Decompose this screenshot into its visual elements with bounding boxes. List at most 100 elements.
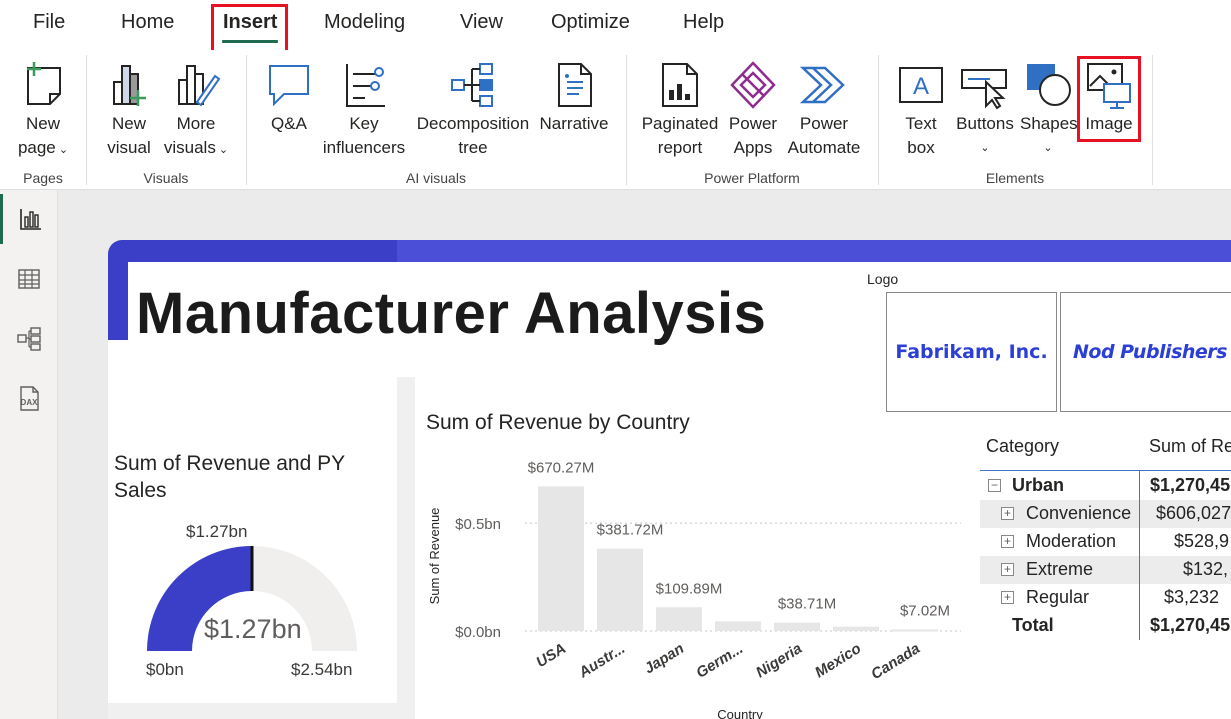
expand-icon[interactable]: + [1001, 563, 1014, 576]
matrix-row-moderation[interactable]: + Moderation $528,9 [980, 528, 1231, 556]
gauge-min-label: $0bn [146, 660, 184, 679]
x-tick-label: Germ... [693, 640, 746, 682]
x-tick-label: Nigeria [753, 640, 805, 681]
new-visual-button[interactable]: New visual [100, 60, 158, 160]
paginated-report-button[interactable]: Paginated report [640, 60, 720, 160]
gauge-target-label: $1.27bn [186, 522, 248, 541]
group-label-ai-visuals: AI visuals [406, 170, 466, 186]
new-page-label-1: New [25, 114, 60, 133]
group-divider [878, 55, 879, 185]
x-axis-title: Country [717, 707, 763, 719]
report-title: Manufacturer Analysis [136, 281, 767, 346]
collapse-icon[interactable]: − [988, 479, 1001, 492]
matrix-total-label: Total [1012, 615, 1054, 635]
power-apps-label-1: Power [728, 114, 778, 133]
decomposition-tree-label-1: Decomposition [416, 114, 530, 133]
matrix-value: $528,9 [1174, 531, 1230, 551]
narrative-label: Narrative [539, 114, 609, 133]
buttons-button[interactable]: Buttons ⌄ [952, 60, 1018, 160]
x-tick-label: USA [533, 640, 569, 671]
qa-icon [269, 65, 309, 107]
table-view-button[interactable] [0, 254, 58, 304]
shapes-button[interactable]: Shapes ⌄ [1020, 60, 1078, 160]
matrix-row-convenience[interactable]: + Convenience $606,027 [980, 500, 1231, 528]
decomposition-tree-label-2: tree [458, 138, 488, 157]
chevron-down-icon: ⌄ [215, 144, 229, 156]
buttons-label: Buttons [956, 114, 1014, 133]
menu-optimize[interactable]: Optimize [551, 11, 630, 34]
expand-icon[interactable]: + [1001, 507, 1014, 520]
narrative-icon [558, 63, 592, 107]
matrix-row-extreme[interactable]: + Extreme $132, [980, 556, 1231, 584]
expand-icon[interactable]: + [1001, 591, 1014, 604]
group-label-pages: Pages [23, 170, 63, 186]
matrix-header-divider [980, 470, 1231, 471]
new-page-button[interactable]: New page ⌄ [12, 60, 74, 162]
group-divider [86, 55, 87, 185]
matrix-total-row: Total $1,270,45 [980, 612, 1231, 640]
more-visuals-button[interactable]: More visuals ⌄ [162, 60, 230, 162]
matrix-value: $606,027 [1156, 503, 1231, 523]
matrix-category: Extreme [1026, 559, 1094, 579]
new-visual-label-1: New [111, 114, 146, 133]
logo-tile-fabrikam[interactable]: Fabrikam, Inc. [886, 292, 1057, 412]
matrix-header-revenue[interactable]: Sum of Re [1149, 436, 1231, 457]
group-label-visuals: Visuals [143, 170, 189, 186]
report-header-band-right [397, 240, 1231, 262]
new-page-icon [27, 62, 61, 105]
dax-query-view-button[interactable]: DAX [0, 374, 58, 424]
data-label: $38.71M [778, 596, 836, 613]
text-box-icon: A [899, 67, 943, 103]
image-button-highlight [1077, 56, 1141, 142]
report-view-icon [19, 209, 41, 230]
power-apps-label-2: Apps [733, 138, 773, 157]
paginated-report-label-2: report [657, 138, 703, 157]
decomposition-tree-icon [451, 63, 493, 107]
text-box-button[interactable]: A Text box [894, 60, 948, 160]
power-apps-icon [730, 61, 776, 109]
x-tick-label: Austr... [575, 640, 628, 682]
data-label: $109.89M [656, 580, 723, 597]
power-apps-button[interactable]: Power Apps [726, 60, 780, 160]
shapes-label: Shapes [1020, 114, 1078, 133]
group-divider [1152, 55, 1153, 185]
group-divider [246, 55, 247, 185]
matrix-total-value: $1,270,45 [1150, 615, 1231, 635]
table-view-icon [18, 269, 40, 289]
qa-button[interactable]: Q&A [262, 60, 316, 136]
text-box-label-2: box [907, 138, 935, 157]
report-view-button[interactable] [0, 194, 58, 244]
bar-chart[interactable]: $0.0bn $0.5bn Sum of Revenue $670.27M USA $38… [415, 440, 975, 719]
key-influencers-button[interactable]: Key influencers [320, 60, 408, 160]
qa-label: Q&A [271, 114, 307, 133]
category-matrix[interactable]: Category Sum of Re − Urban $1,270,45 + C… [980, 430, 1231, 650]
menu-view[interactable]: View [460, 11, 503, 34]
key-influencers-icon [346, 64, 385, 107]
model-view-button[interactable] [0, 314, 58, 364]
matrix-value: $132, [1183, 559, 1229, 579]
view-switcher: DAX [0, 190, 58, 719]
matrix-row-urban[interactable]: − Urban $1,270,45 [980, 472, 1231, 500]
data-label: $381.72M [597, 522, 664, 539]
matrix-header-category[interactable]: Category [986, 436, 1059, 457]
menu-file[interactable]: File [33, 11, 65, 34]
matrix-category: Moderation [1026, 531, 1117, 551]
expand-icon[interactable]: + [1001, 535, 1014, 548]
key-influencers-label-2: influencers [322, 138, 406, 157]
report-header-stripe [108, 255, 128, 340]
menu-modeling[interactable]: Modeling [324, 11, 405, 34]
decomposition-tree-button[interactable]: Decomposition tree [412, 60, 534, 160]
power-automate-label-1: Power [799, 114, 849, 133]
shapes-icon [1027, 64, 1071, 106]
new-page-label-2: page [17, 138, 56, 157]
svg-text:A: A [913, 73, 929, 100]
svg-text:DAX: DAX [21, 398, 39, 407]
narrative-button[interactable]: Narrative [537, 60, 611, 136]
menu-home[interactable]: Home [121, 11, 174, 34]
chevron-down-icon: ⌄ [55, 144, 69, 156]
power-automate-button[interactable]: Power Automate [784, 60, 864, 160]
logo-tile-nod-publishers[interactable]: Nod Publishers [1060, 292, 1231, 412]
matrix-row-regular[interactable]: + Regular $3,232 [980, 584, 1231, 612]
menu-help[interactable]: Help [683, 11, 724, 34]
new-visual-label-2: visual [107, 138, 151, 157]
